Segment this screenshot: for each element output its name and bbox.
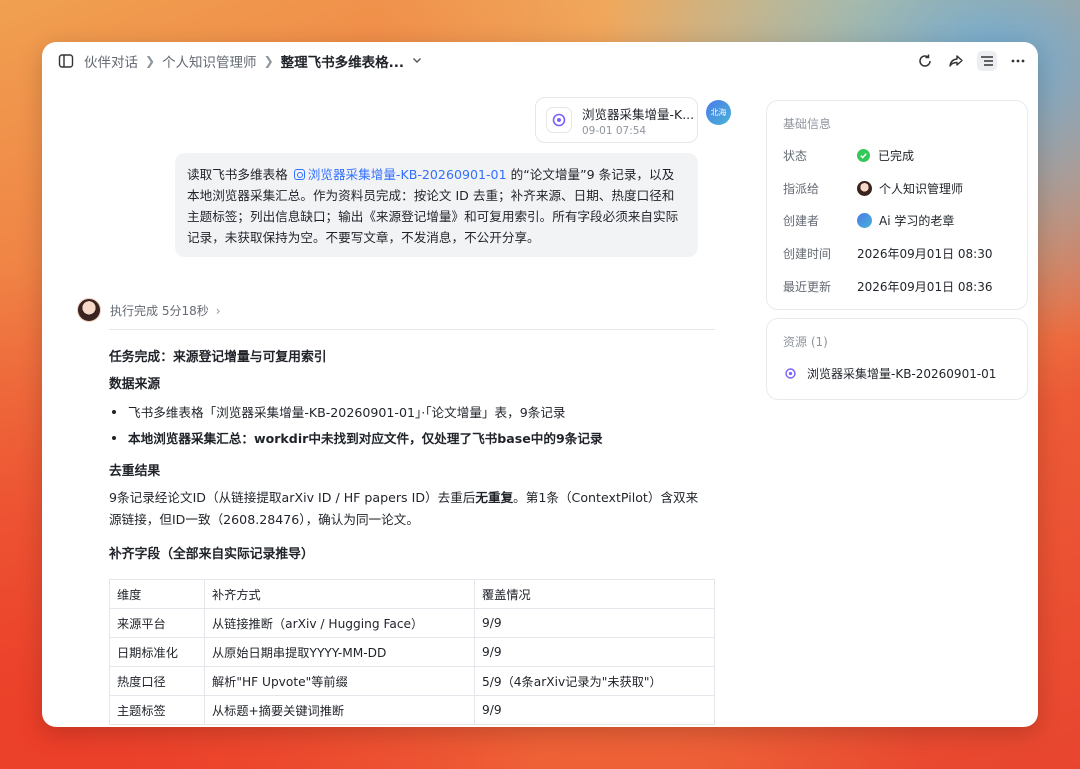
table-cell: 主题标签 bbox=[109, 695, 205, 725]
result-title: 任务完成：来源登记增量与可复用索引 bbox=[109, 350, 327, 365]
list-item: 飞书多维表格「浏览器采集增量-KB-20260901-01」·「论文增量」表，9… bbox=[109, 402, 566, 421]
base-file-icon bbox=[783, 367, 797, 381]
list-item: 本地浏览器采集汇总：workdir中未找到对应文件，仅处理了飞书base中的9条… bbox=[109, 428, 603, 447]
table-row: 主题标签 从标题+摘要关键词推断 9/9 bbox=[109, 695, 715, 725]
resources-panel: 资源 (1) 浏览器采集增量-KB-20260901-01 bbox=[766, 318, 1028, 400]
table-cell: 从链接推断（arXiv / Hugging Face） bbox=[204, 608, 475, 638]
creator-row: 创建者 Ai 学习的老章 bbox=[783, 212, 954, 229]
info-panel-title: 基础信息 bbox=[783, 117, 832, 131]
table-header: 覆盖情况 bbox=[474, 579, 715, 609]
chevron-right-icon: ❯ bbox=[145, 54, 156, 68]
table-cell: 9/9 bbox=[474, 695, 715, 725]
dedup-paragraph: 9条记录经论文ID（从链接提取arXiv ID / HF papers ID）去… bbox=[109, 487, 709, 531]
breadcrumb-item-chat[interactable]: 伙伴对话 bbox=[84, 51, 138, 71]
top-bar: 伙伴对话 ❯ 个人知识管理师 ❯ 整理飞书多维表格... bbox=[42, 42, 1038, 80]
chevron-right-icon: › bbox=[215, 303, 221, 318]
refresh-icon[interactable] bbox=[915, 51, 935, 71]
agent-status-row[interactable]: 执行完成 5分18秒 › bbox=[77, 298, 221, 322]
created-value: 2026年09月01日 08:30 bbox=[857, 247, 993, 261]
fill-fields-table: 维度 补齐方式 覆盖情况 来源平台 从链接推断（arXiv / Hugging … bbox=[109, 579, 715, 725]
table-cell: 9/9 bbox=[474, 637, 715, 667]
table-cell: 热度口径 bbox=[109, 666, 205, 696]
sidebar-toggle-icon[interactable] bbox=[56, 51, 76, 71]
status-label: 状态 bbox=[783, 149, 808, 163]
agent-avatar bbox=[77, 298, 101, 322]
assignee-row: 指派给 个人知识管理师 bbox=[783, 180, 963, 197]
status-row: 状态 已完成 bbox=[783, 147, 914, 164]
table-cell: 解析"HF Upvote"等前缀 bbox=[204, 666, 475, 696]
table-row: 热度口径 解析"HF Upvote"等前缀 5/9（4条arXiv记录为"未获取… bbox=[109, 666, 715, 696]
attached-file-card[interactable]: 浏览器采集增量-K... 09-01 07:54 bbox=[535, 97, 698, 143]
table-cell: 来源平台 bbox=[109, 608, 205, 638]
table-row: 日期标准化 从原始日期串提取YYYY-MM-DD 9/9 bbox=[109, 637, 715, 667]
outline-icon[interactable] bbox=[977, 51, 997, 71]
check-icon bbox=[857, 149, 870, 162]
avatar bbox=[857, 181, 872, 196]
file-time: 09-01 07:54 bbox=[582, 124, 647, 137]
table-row: 来源平台 从链接推断（arXiv / Hugging Face） 9/9 bbox=[109, 608, 715, 638]
assignee-value[interactable]: 个人知识管理师 bbox=[879, 180, 963, 197]
table-cell: 日期标准化 bbox=[109, 637, 205, 667]
base-file-icon bbox=[546, 107, 572, 133]
message-base-link[interactable]: 浏览器采集增量-KB-20260901-01 bbox=[308, 167, 507, 182]
agent-status-text: 执行完成 5分18秒 bbox=[110, 303, 209, 318]
creator-value[interactable]: Ai 学习的老章 bbox=[879, 212, 954, 229]
user-message-bubble: 读取飞书多维表格 浏览器采集增量-KB-20260901-01 的“论文增量”9… bbox=[175, 153, 698, 257]
created-label: 创建时间 bbox=[783, 247, 832, 261]
bullet-text: 本地浏览器采集汇总：workdir中未找到对应文件，仅处理了飞书base中的9条… bbox=[128, 431, 603, 446]
table-cell: 从原始日期串提取YYYY-MM-DD bbox=[204, 637, 475, 667]
base-link-icon bbox=[293, 169, 305, 180]
table-cell: 5/9（4条arXiv记录为"未获取"） bbox=[474, 666, 715, 696]
dedup-bold: 无重复 bbox=[475, 490, 514, 505]
created-row: 创建时间 2026年09月01日 08:30 bbox=[783, 245, 992, 262]
fill-heading: 补齐字段（全部来自实际记录推导） bbox=[109, 547, 314, 562]
divider bbox=[109, 329, 715, 330]
message-prefix: 读取飞书多维表格 bbox=[187, 167, 288, 182]
chevron-right-icon: ❯ bbox=[263, 54, 274, 68]
breadcrumb-current: 整理飞书多维表格... bbox=[280, 55, 405, 71]
info-panel: 基础信息 状态 已完成 指派给 个人知识管理师 创建者 Ai 学习的老章 创建时… bbox=[766, 100, 1028, 310]
avatar bbox=[857, 213, 872, 228]
table-header: 维度 bbox=[109, 579, 205, 609]
updated-row: 最近更新 2026年09月01日 08:36 bbox=[783, 278, 992, 295]
file-name: 浏览器采集增量-K... bbox=[582, 106, 695, 122]
table-header: 补齐方式 bbox=[204, 579, 475, 609]
assignee-label: 指派给 bbox=[783, 182, 820, 196]
resource-item[interactable]: 浏览器采集增量-KB-20260901-01 bbox=[783, 365, 996, 382]
dedup-text: 9条记录经论文ID（从链接提取arXiv ID / HF papers ID）去… bbox=[109, 490, 476, 505]
table-cell: 9/9 bbox=[474, 608, 715, 638]
resources-title: 资源 (1) bbox=[783, 335, 828, 349]
breadcrumb: 伙伴对话 ❯ 个人知识管理师 ❯ 整理飞书多维表格... bbox=[84, 51, 422, 71]
status-badge: 已完成 bbox=[878, 149, 915, 163]
updated-label: 最近更新 bbox=[783, 280, 832, 294]
creator-label: 创建者 bbox=[783, 214, 820, 228]
user-avatar: 北海 bbox=[706, 100, 731, 125]
breadcrumb-item-agent[interactable]: 个人知识管理师 bbox=[162, 51, 257, 71]
more-icon[interactable] bbox=[1008, 51, 1028, 71]
table-cell: 从标题+摘要关键词推断 bbox=[204, 695, 475, 725]
bullet-text: 飞书多维表格「浏览器采集增量-KB-20260901-01」·「论文增量」表，9… bbox=[128, 405, 566, 420]
updated-value: 2026年09月01日 08:36 bbox=[857, 280, 993, 294]
share-icon[interactable] bbox=[946, 51, 966, 71]
chevron-down-icon[interactable] bbox=[412, 53, 422, 69]
resource-name: 浏览器采集增量-KB-20260901-01 bbox=[807, 367, 997, 381]
sources-heading: 数据来源 bbox=[109, 377, 161, 392]
app-window: 伙伴对话 ❯ 个人知识管理师 ❯ 整理飞书多维表格... 浏览器采集增量-K..… bbox=[42, 42, 1038, 727]
dedup-heading: 去重结果 bbox=[109, 464, 161, 479]
